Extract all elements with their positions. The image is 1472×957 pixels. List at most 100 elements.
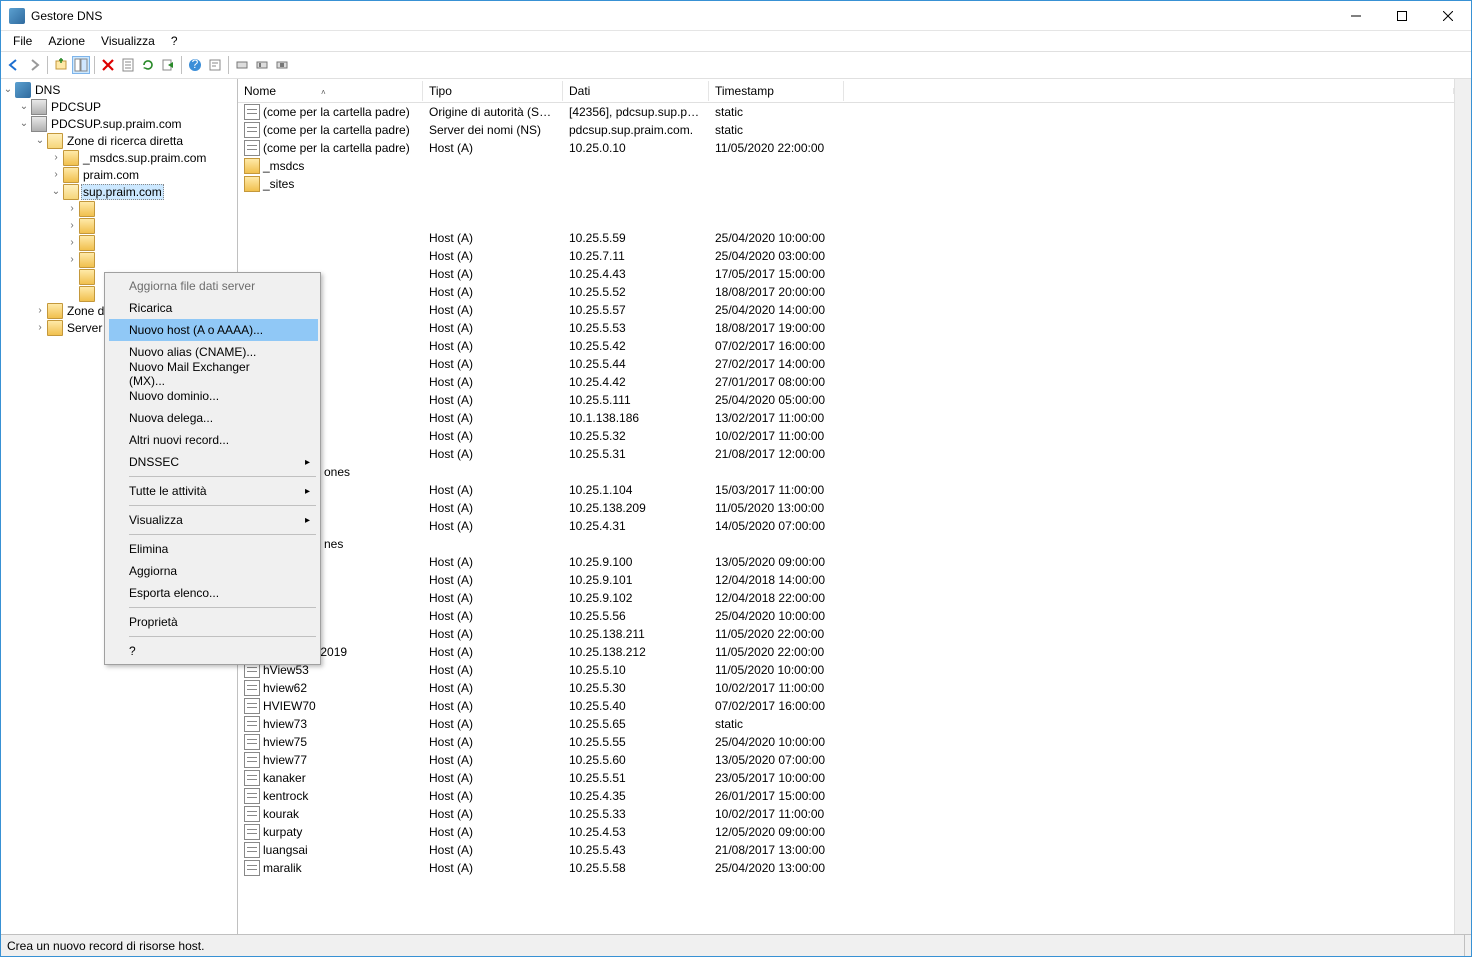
delete-button[interactable] <box>99 56 117 74</box>
maximize-button[interactable] <box>1379 1 1425 30</box>
record-row[interactable]: (come per la cartella padre)Origine di a… <box>238 103 1454 121</box>
record-row[interactable]: Host (A)10.1.138.18613/02/2017 11:00:00 <box>238 409 1454 427</box>
ctx-delete[interactable]: Elimina <box>109 538 318 560</box>
record-row[interactable]: Host (A)10.25.5.5925/04/2020 10:00:00 <box>238 229 1454 247</box>
record-row[interactable]: ones <box>238 463 1454 481</box>
tree-suppraim[interactable]: ⌄sup.praim.com <box>1 183 237 200</box>
expand-icon[interactable]: › <box>49 168 63 182</box>
record-row[interactable]: Host (A)10.25.4.3114/05/2020 07:00:00 <box>238 517 1454 535</box>
record-row[interactable]: haspraHost (A)10.25.138.21111/05/2020 22… <box>238 625 1454 643</box>
menu-action[interactable]: Azione <box>40 32 93 50</box>
menu-view[interactable]: Visualizza <box>93 32 163 50</box>
expand-icon[interactable]: › <box>65 236 79 250</box>
ctx-help[interactable]: ? <box>109 640 318 662</box>
refresh-button[interactable] <box>139 56 157 74</box>
expand-icon[interactable]: › <box>65 253 79 267</box>
collapse-icon[interactable]: ⌄ <box>1 83 15 97</box>
ctx-export-list[interactable]: Esporta elenco... <box>109 582 318 604</box>
expand-icon[interactable]: › <box>33 321 47 335</box>
ctx-new-mx[interactable]: Nuovo Mail Exchanger (MX)... <box>109 363 318 385</box>
record-row[interactable]: Host (A)10.25.5.5218/08/2017 20:00:00 <box>238 283 1454 301</box>
tree-root[interactable]: ⌄DNS <box>1 81 237 98</box>
record-row[interactable]: hView53Host (A)10.25.5.1011/05/2020 10:0… <box>238 661 1454 679</box>
record-row[interactable]: Host (A)10.25.4.4227/01/2017 08:00:00 <box>238 373 1454 391</box>
column-type[interactable]: Tipo <box>423 81 563 101</box>
tree-server[interactable]: ⌄PDCSUP <box>1 98 237 115</box>
record-row[interactable]: Host (A)10.25.4.4317/05/2017 15:00:00 <box>238 265 1454 283</box>
tree-child[interactable]: › <box>1 234 237 251</box>
record-row[interactable]: Host (A)10.25.5.4207/02/2017 16:00:00 <box>238 337 1454 355</box>
ctx-new-host[interactable]: Nuovo host (A o AAAA)... <box>109 319 318 341</box>
expand-icon[interactable]: › <box>49 151 63 165</box>
menu-help[interactable]: ? <box>163 32 186 50</box>
scrollbar[interactable] <box>1454 79 1471 934</box>
tree-child[interactable]: › <box>1 200 237 217</box>
record-row[interactable]: hview75Host (A)10.25.5.5525/04/2020 10:0… <box>238 733 1454 751</box>
record-row[interactable]: Host (A)10.25.5.4427/02/2017 14:00:00 <box>238 355 1454 373</box>
expand-icon[interactable]: › <box>33 304 47 318</box>
record-row[interactable]: kourakHost (A)10.25.5.3310/02/2017 11:00… <box>238 805 1454 823</box>
ctx-properties[interactable]: Proprietà <box>109 611 318 633</box>
collapse-icon[interactable]: ⌄ <box>17 117 31 131</box>
record-row[interactable]: HVIEW70Host (A)10.25.5.4007/02/2017 16:0… <box>238 697 1454 715</box>
expand-icon[interactable]: › <box>65 219 79 233</box>
record-row[interactable]: Host (A)10.25.9.10013/05/2020 09:00:00 <box>238 553 1454 571</box>
record-row[interactable]: Host (A)10.25.5.3210/02/2017 11:00:00 <box>238 427 1454 445</box>
record-row[interactable]: kanakerHost (A)10.25.5.5123/05/2017 10:0… <box>238 769 1454 787</box>
tree-fwd-zones[interactable]: ⌄Zone di ricerca diretta <box>1 132 237 149</box>
tree-msdcs[interactable]: ›_msdcs.sup.praim.com <box>1 149 237 166</box>
record-row[interactable]: hview73Host (A)10.25.5.65static <box>238 715 1454 733</box>
close-button[interactable] <box>1425 1 1471 30</box>
tree-domain[interactable]: ⌄PDCSUP.sup.praim.com <box>1 115 237 132</box>
record-row[interactable]: Host (A)10.25.1.10415/03/2017 11:00:00 <box>238 481 1454 499</box>
ctx-view[interactable]: Visualizza <box>109 509 318 531</box>
tree-child[interactable]: › <box>1 251 237 268</box>
back-button[interactable] <box>5 56 23 74</box>
record-row[interactable]: _msdcs <box>238 157 1454 175</box>
help-button[interactable]: ? <box>186 56 204 74</box>
record-row[interactable]: _sites <box>238 175 1454 193</box>
menu-file[interactable]: File <box>5 32 40 50</box>
ctx-refresh[interactable]: Aggiorna <box>109 560 318 582</box>
record-row[interactable]: nes <box>238 535 1454 553</box>
record-row[interactable]: (come per la cartella padre)Host (A)10.2… <box>238 139 1454 157</box>
ctx-all-tasks[interactable]: Tutte le attività <box>109 480 318 502</box>
record-row[interactable]: luangsaiHost (A)10.25.5.4321/08/2017 13:… <box>238 841 1454 859</box>
ctx-dnssec[interactable]: DNSSEC <box>109 451 318 473</box>
show-hide-button[interactable] <box>72 56 90 74</box>
record-row[interactable]: maralikHost (A)10.25.5.5825/04/2020 13:0… <box>238 859 1454 877</box>
server-pause-button[interactable] <box>253 56 271 74</box>
filter-button[interactable] <box>206 56 224 74</box>
ctx-new-domain[interactable]: Nuovo dominio... <box>109 385 318 407</box>
record-row[interactable]: Host (A)10.25.5.11125/04/2020 05:00:00 <box>238 391 1454 409</box>
record-row[interactable]: fuji2Host (A)10.25.9.10112/04/2018 14:00… <box>238 571 1454 589</box>
properties-button[interactable] <box>119 56 137 74</box>
column-name[interactable]: Nome˄ <box>238 81 423 101</box>
record-row[interactable]: kentrockHost (A)10.25.4.3526/01/2017 15:… <box>238 787 1454 805</box>
list-body[interactable]: (come per la cartella padre)Origine di a… <box>238 103 1454 934</box>
record-row[interactable]: Host (A)10.25.5.5725/04/2020 14:00:00 <box>238 301 1454 319</box>
record-row[interactable]: HV77-WIN2019Host (A)10.25.138.21211/05/2… <box>238 643 1454 661</box>
record-row[interactable]: kurpatyHost (A)10.25.4.5312/05/2020 09:0… <box>238 823 1454 841</box>
server-stop-button[interactable] <box>273 56 291 74</box>
ctx-reload[interactable]: Ricarica <box>109 297 318 319</box>
record-row[interactable] <box>238 211 1454 229</box>
ctx-new-delegation[interactable]: Nuova delega... <box>109 407 318 429</box>
record-row[interactable]: fujibisHost (A)10.25.9.10212/04/2018 22:… <box>238 589 1454 607</box>
record-row[interactable]: (come per la cartella padre)Server dei n… <box>238 121 1454 139</box>
record-row[interactable] <box>238 193 1454 211</box>
record-row[interactable]: hview62Host (A)10.25.5.3010/02/2017 11:0… <box>238 679 1454 697</box>
minimize-button[interactable] <box>1333 1 1379 30</box>
record-row[interactable]: Host (A)10.25.5.5318/08/2017 19:00:00 <box>238 319 1454 337</box>
record-row[interactable]: gyumriHost (A)10.25.5.5625/04/2020 10:00… <box>238 607 1454 625</box>
column-data[interactable]: Dati <box>563 81 709 101</box>
ctx-other-records[interactable]: Altri nuovi record... <box>109 429 318 451</box>
collapse-icon[interactable]: ⌄ <box>17 100 31 114</box>
collapse-icon[interactable]: ⌄ <box>49 185 63 199</box>
record-row[interactable]: Host (A)10.25.5.3121/08/2017 12:00:00 <box>238 445 1454 463</box>
tree-child[interactable]: › <box>1 217 237 234</box>
add-button[interactable] <box>52 56 70 74</box>
export-button[interactable] <box>159 56 177 74</box>
server-start-button[interactable] <box>233 56 251 74</box>
forward-button[interactable] <box>25 56 43 74</box>
